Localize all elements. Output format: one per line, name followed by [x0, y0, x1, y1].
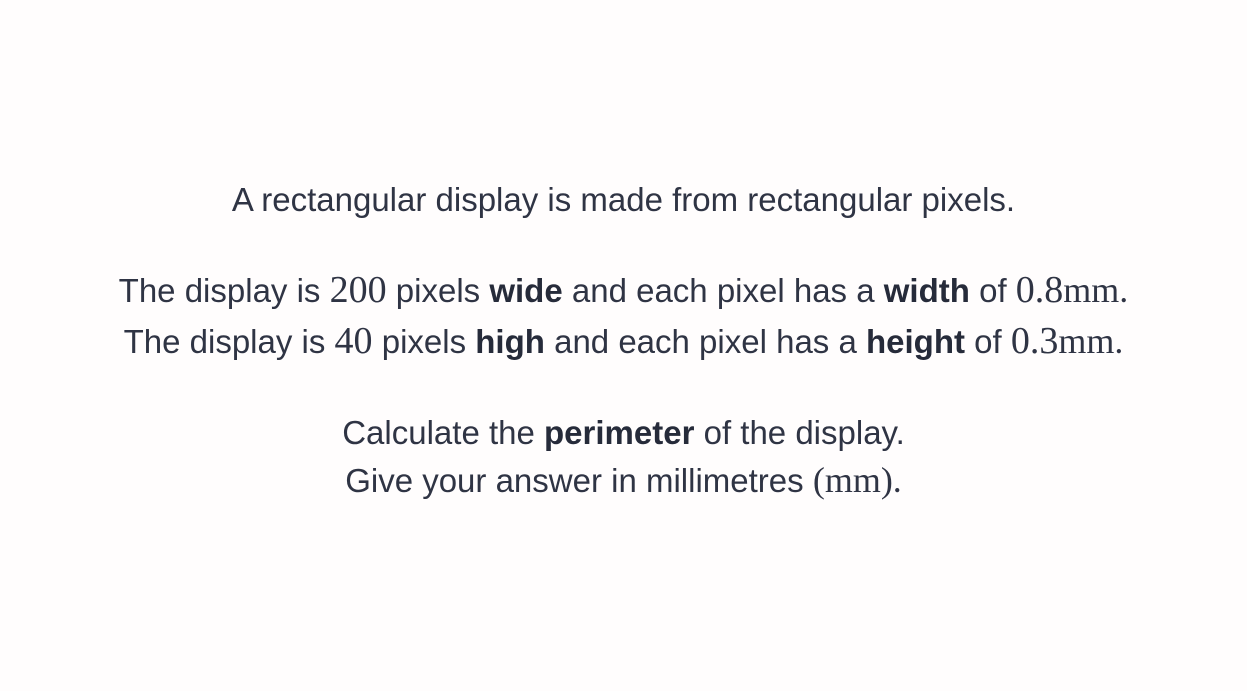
height-keyword: height — [866, 323, 965, 360]
pixel-height-value: 0.3 — [1010, 320, 1059, 362]
height-of-word: of — [974, 323, 1002, 360]
intro-text: A rectangular display is made from recta… — [0, 180, 1247, 220]
height-statement: The display is 40 pixels high and each p… — [0, 321, 1247, 362]
height-prefix: The display is — [123, 323, 326, 360]
wide-keyword: wide — [489, 272, 563, 309]
pixel-height-unit: mm. — [1058, 321, 1124, 361]
width-of-word: of — [979, 272, 1007, 309]
height-mid-text: and each pixel has a — [554, 323, 857, 360]
width-pixels-word: pixels — [395, 272, 481, 309]
width-pixel-count: 200 — [329, 269, 387, 311]
intro-sentence: A rectangular display is made from recta… — [231, 181, 1016, 218]
answer-instruction: Give your answer in millimetres — [345, 462, 804, 499]
task-line-2: Give your answer in millimetres (mm). — [0, 460, 1247, 501]
task-suffix: of the display. — [703, 414, 905, 451]
height-pixel-count: 40 — [334, 320, 373, 362]
task-prefix: Calculate the — [342, 414, 535, 451]
width-statement: The display is 200 pixels wide and each … — [0, 270, 1247, 311]
width-prefix: The display is — [118, 272, 321, 309]
perimeter-keyword: perimeter — [544, 414, 695, 451]
width-mid-text: and each pixel has a — [571, 272, 875, 309]
pixel-width-unit: mm. — [1063, 270, 1129, 310]
high-keyword: high — [475, 323, 545, 360]
task-line-1: Calculate the perimeter of the display. — [0, 413, 1247, 453]
height-pixels-word: pixels — [381, 323, 467, 360]
width-keyword: width — [883, 272, 970, 309]
page: { "intro": { "text": "A rectangular disp… — [0, 0, 1247, 691]
answer-unit: (mm). — [812, 460, 902, 500]
pixel-width-value: 0.8 — [1015, 269, 1064, 311]
